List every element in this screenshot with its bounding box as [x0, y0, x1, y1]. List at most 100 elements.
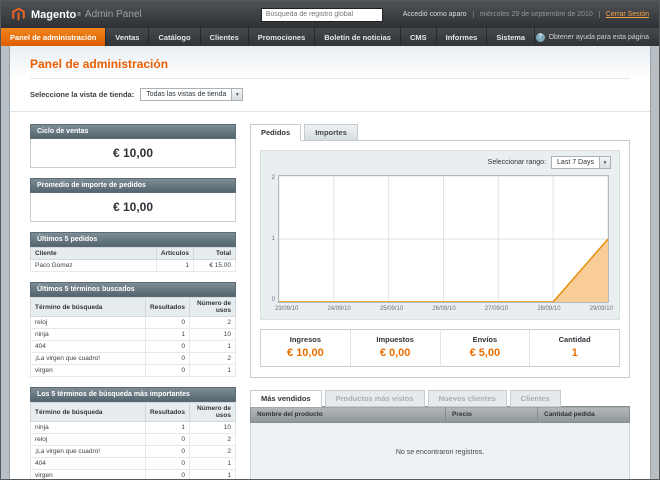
stat-revenue: Ingresos € 10,00 — [261, 330, 350, 366]
table-cell: ¡La virgen que cuadro! — [31, 446, 146, 458]
brand-name: Magento — [31, 9, 76, 21]
store-view-select[interactable]: Todas las vistas de tienda ▼ — [140, 88, 243, 101]
last-search-terms-table: Término de búsqueda Resultados Número de… — [30, 297, 236, 377]
table-cell: 0 — [145, 317, 189, 329]
bestsellers-table: Nombre del producto Precio Cantidad pedi… — [250, 406, 630, 480]
column-header: Precio — [446, 407, 538, 423]
x-axis-tick: 28/09/10 — [537, 306, 560, 312]
stat-shipping: Envíos € 5,00 — [440, 330, 530, 366]
magento-logo-icon — [11, 7, 26, 22]
table-cell: 0 — [145, 458, 189, 470]
table-cell: 1 — [190, 341, 236, 353]
table-row[interactable]: 404 0 1 — [31, 341, 236, 353]
nav-item-promotions[interactable]: Promociones — [249, 28, 316, 46]
nav-item-system[interactable]: Sistema — [487, 28, 535, 46]
table-row[interactable]: ¡La virgen que cuadro! 0 2 — [31, 353, 236, 365]
table-cell: virgen — [31, 365, 146, 377]
section-title: Últimos 5 pedidos — [30, 232, 236, 247]
table-cell: 2 — [190, 434, 236, 446]
table-row[interactable]: ninja 1 10 — [31, 422, 236, 434]
table-cell: 0 — [145, 353, 189, 365]
table-header-row: Nombre del producto Precio Cantidad pedi… — [251, 407, 630, 423]
magento-admin-window: Magento ® Admin Panel Accedió como aparo… — [0, 0, 660, 480]
page-title: Panel de administración — [30, 57, 630, 79]
last-orders-section: Últimos 5 pedidos Cliente Artículos Tota… — [30, 232, 236, 272]
tab-most-viewed: Productos más vistos — [325, 390, 425, 407]
orders-panel: Seleccionar rango: Last 7 Days ▼ 210 — [250, 140, 630, 378]
tab-amounts[interactable]: Importes — [304, 124, 358, 141]
table-cell: 0 — [145, 470, 189, 480]
x-axis-tick: 29/09/10 — [590, 306, 613, 312]
lifetime-sales-value: € 10,00 — [30, 139, 236, 168]
table-row[interactable]: reloj 0 2 — [31, 317, 236, 329]
store-view-label: Seleccione la vista de tienda: — [30, 90, 134, 99]
dashboard-left-column: Ciclo de ventas € 10,00 Promedio de impo… — [30, 124, 236, 480]
products-grid-block: Más vendidos Productos más vistos Nuevos… — [250, 390, 630, 480]
stat-value: € 10,00 — [261, 347, 350, 359]
logout-link[interactable]: Cerrar Sesión — [606, 11, 649, 18]
stat-value: € 0,00 — [351, 347, 440, 359]
column-header: Cantidad pedida — [538, 407, 630, 423]
table-row[interactable]: 404 0 1 — [31, 458, 236, 470]
table-row[interactable]: virgen 0 1 — [31, 470, 236, 480]
x-axis-tick: 25/09/10 — [380, 306, 403, 312]
section-title: Últimos 5 términos buscados — [30, 282, 236, 297]
y-axis-tick: 0 — [272, 297, 275, 303]
nav-item-customers[interactable]: Clientes — [201, 28, 249, 46]
tab-new-customers: Nuevos clientes — [428, 390, 507, 407]
main-nav: Panel de administración Ventas Catálogo … — [1, 28, 659, 46]
table-cell: 1 — [190, 470, 236, 480]
table-cell: 1 — [156, 260, 193, 272]
nav-item-newsletter[interactable]: Boletín de noticias — [315, 28, 401, 46]
nav-item-cms[interactable]: CMS — [401, 28, 437, 46]
chart-tabs: Pedidos Importes — [250, 124, 630, 140]
x-axis-tick: 24/09/10 — [327, 306, 350, 312]
stat-label: Impuestos — [351, 335, 440, 344]
range-select[interactable]: Last 7 Days ▼ — [551, 156, 611, 169]
range-selected: Last 7 Days — [552, 159, 599, 166]
y-axis-tick: 2 — [272, 175, 275, 181]
table-cell: 0 — [145, 365, 189, 377]
tab-bestsellers[interactable]: Más vendidos — [250, 390, 322, 407]
logged-in-as: Accedió como aparo — [403, 11, 467, 18]
average-orders-section: Promedio de importe de pedidos € 10,00 — [30, 178, 236, 222]
last-search-terms-section: Últimos 5 términos buscados Término de b… — [30, 282, 236, 377]
column-header: Resultados — [145, 298, 189, 317]
nav-item-dashboard[interactable]: Panel de administración — [1, 28, 106, 46]
section-title: Ciclo de ventas — [30, 124, 236, 139]
global-search-input[interactable] — [261, 8, 383, 22]
page-help-link[interactable]: ? Obtener ayuda para esta página — [536, 28, 649, 46]
top-search-terms-table: Término de búsqueda Resultados Número de… — [30, 402, 236, 480]
table-row[interactable]: Paco Gomez 1 € 15.00 — [31, 260, 236, 272]
table-row[interactable]: ninja 1 10 — [31, 329, 236, 341]
tab-orders[interactable]: Pedidos — [250, 124, 301, 141]
x-axis-labels: 23/09/1024/09/1025/09/1026/09/1027/09/10… — [261, 303, 619, 312]
table-row[interactable]: virgen 0 1 — [31, 365, 236, 377]
nav-item-catalog[interactable]: Catálogo — [149, 28, 200, 46]
table-cell: ninja — [31, 422, 146, 434]
nav-item-reports[interactable]: Informes — [437, 28, 488, 46]
grid-tabs: Más vendidos Productos más vistos Nuevos… — [250, 390, 630, 406]
table-cell: € 15.00 — [194, 260, 236, 272]
chart-body: 210 — [261, 174, 619, 303]
table-cell: 2 — [190, 317, 236, 329]
table-header-row: Término de búsqueda Resultados Número de… — [31, 298, 236, 317]
table-cell: ninja — [31, 329, 146, 341]
current-date: miércoles 29 de septiembre de 2010 — [473, 11, 600, 18]
tab-customers: Clientes — [510, 390, 561, 407]
table-cell: reloj — [31, 317, 146, 329]
nav-item-sales[interactable]: Ventas — [106, 28, 149, 46]
stat-value: 1 — [530, 347, 619, 359]
section-title: Promedio de importe de pedidos — [30, 178, 236, 193]
column-header: Cliente — [31, 248, 157, 260]
stat-tax: Impuestos € 0,00 — [350, 330, 440, 366]
table-row[interactable]: ¡La virgen que cuadro! 0 2 — [31, 446, 236, 458]
chevron-down-icon: ▼ — [231, 89, 242, 100]
table-cell: 2 — [190, 446, 236, 458]
store-view-selected: Todas las vistas de tienda — [141, 91, 231, 98]
stat-label: Ingresos — [261, 335, 350, 344]
top-search-terms-section: Los 5 términos de búsqueda más important… — [30, 387, 236, 480]
table-row[interactable]: reloj 0 2 — [31, 434, 236, 446]
lifetime-sales-section: Ciclo de ventas € 10,00 — [30, 124, 236, 168]
column-header: Resultados — [145, 403, 189, 422]
